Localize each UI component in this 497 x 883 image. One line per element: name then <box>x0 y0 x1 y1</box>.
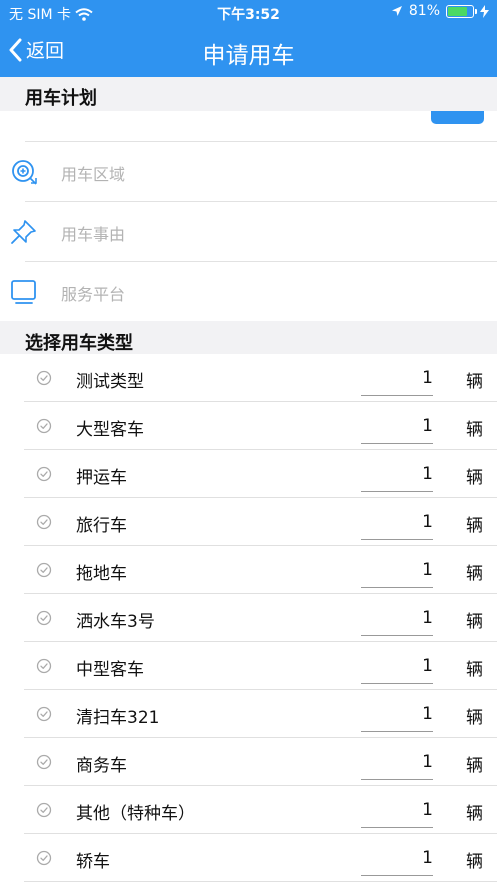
chevron-left-icon <box>9 38 22 61</box>
quantity-input[interactable]: 1 <box>361 702 433 732</box>
vehicle-row[interactable]: 中型客车 1 辆 <box>24 642 497 690</box>
check-circle-icon[interactable] <box>36 706 52 722</box>
unit-label: 辆 <box>466 756 483 776</box>
location-arrow-icon <box>391 6 402 16</box>
check-circle-icon[interactable] <box>36 610 52 626</box>
pushpin-icon <box>11 220 36 244</box>
check-circle-icon[interactable] <box>36 514 52 530</box>
unit-label: 辆 <box>466 852 483 872</box>
vehicle-name: 押运车 <box>76 468 127 488</box>
monitor-icon <box>11 280 36 304</box>
quantity-input[interactable]: 1 <box>361 462 433 492</box>
wifi-icon <box>75 7 93 21</box>
clipped-form-row <box>0 111 497 141</box>
page-title: 申请用车 <box>202 43 295 69</box>
platform-field: 服务平台 <box>61 285 126 304</box>
clipped-action-button[interactable] <box>431 111 484 124</box>
back-button[interactable]: 返回 <box>8 36 64 63</box>
quantity-input[interactable]: 1 <box>361 846 433 876</box>
reason-field: 用车事由 <box>61 225 126 244</box>
battery-percent: 81% <box>408 3 440 19</box>
vehicle-name: 测试类型 <box>76 372 144 392</box>
nav-bar: 返回 申请用车 <box>0 26 497 77</box>
unit-label: 辆 <box>466 660 483 680</box>
back-label: 返回 <box>26 40 65 62</box>
row-divider <box>25 261 497 262</box>
vehicle-row[interactable]: 商务车 1 辆 <box>24 738 497 786</box>
check-circle-icon[interactable] <box>36 658 52 674</box>
quantity-input[interactable]: 1 <box>361 414 433 444</box>
quantity-input[interactable]: 1 <box>361 366 433 396</box>
vehicle-name: 中型客车 <box>76 660 144 680</box>
check-circle-icon[interactable] <box>36 562 52 578</box>
quantity-input[interactable]: 1 <box>361 510 433 540</box>
vehicle-name: 商务车 <box>76 756 127 776</box>
vehicle-name: 其他（特种车） <box>76 804 195 824</box>
status-bar: 无 SIM 卡 下午3:52 81% <box>0 0 497 26</box>
unit-label: 辆 <box>466 468 483 488</box>
unit-label: 辆 <box>466 612 483 632</box>
unit-label: 辆 <box>466 708 483 728</box>
vehicle-row[interactable]: 轿车 1 辆 <box>24 834 497 882</box>
vehicle-row[interactable]: 押运车 1 辆 <box>24 450 497 498</box>
unit-label: 辆 <box>466 804 483 824</box>
vehicle-name: 清扫车321 <box>76 708 160 728</box>
vehicle-row[interactable]: 其他（特种车） 1 辆 <box>24 786 497 834</box>
quantity-input[interactable]: 1 <box>361 798 433 828</box>
check-circle-icon[interactable] <box>36 418 52 434</box>
carrier-label: 无 SIM 卡 <box>9 7 71 23</box>
vehicle-name: 大型客车 <box>76 420 144 440</box>
check-circle-icon[interactable] <box>36 754 52 770</box>
status-right: 81% <box>391 3 489 19</box>
vehicle-row[interactable]: 旅行车 1 辆 <box>24 498 497 546</box>
plan-section-header: 用车计划 <box>0 77 497 111</box>
vehicle-name: 轿车 <box>76 852 110 872</box>
platform-row[interactable]: 服务平台 <box>0 261 497 321</box>
charging-bolt-icon <box>480 4 489 18</box>
vehicle-row[interactable]: 清扫车321 1 辆 <box>24 690 497 738</box>
area-row[interactable]: 用车区域 <box>0 141 497 201</box>
vehicle-type-list: 测试类型 1 辆大型客车 1 辆押运车 1 辆旅行车 1 辆拖地车 1 辆洒水车3号 1 辆中型客车 1 辆… <box>0 354 497 882</box>
reason-row[interactable]: 用车事由 <box>0 201 497 261</box>
check-circle-icon[interactable] <box>36 370 52 386</box>
row-divider <box>25 141 497 142</box>
vehicle-name: 旅行车 <box>76 516 127 536</box>
vehicle-row[interactable]: 拖地车 1 辆 <box>24 546 497 594</box>
unit-label: 辆 <box>466 372 483 392</box>
check-circle-icon[interactable] <box>36 850 52 866</box>
type-section-header: 选择用车类型 <box>0 321 497 354</box>
row-divider <box>25 201 497 202</box>
battery-fill <box>448 6 468 16</box>
top-bar: 无 SIM 卡 下午3:52 81% 返回 申请用车 <box>0 0 497 77</box>
quantity-input[interactable]: 1 <box>361 558 433 588</box>
vehicle-name: 拖地车 <box>76 564 127 584</box>
quantity-input[interactable]: 1 <box>361 606 433 636</box>
quantity-input[interactable]: 1 <box>361 654 433 684</box>
battery-icon <box>446 4 477 18</box>
vehicle-row[interactable]: 大型客车 1 辆 <box>24 402 497 450</box>
check-circle-icon[interactable] <box>36 802 52 818</box>
unit-label: 辆 <box>466 420 483 440</box>
clipped-text <box>45 111 105 117</box>
vehicle-name: 洒水车3号 <box>76 612 155 632</box>
check-circle-icon[interactable] <box>36 466 52 482</box>
unit-label: 辆 <box>466 564 483 584</box>
vehicle-row[interactable]: 测试类型 1 辆 <box>24 354 497 402</box>
quantity-input[interactable]: 1 <box>361 750 433 780</box>
unit-label: 辆 <box>466 516 483 536</box>
area-location-icon <box>12 160 37 185</box>
vehicle-row[interactable]: 洒水车3号 1 辆 <box>24 594 497 642</box>
area-field: 用车区域 <box>61 165 126 184</box>
carrier-group: 无 SIM 卡 <box>9 4 93 24</box>
